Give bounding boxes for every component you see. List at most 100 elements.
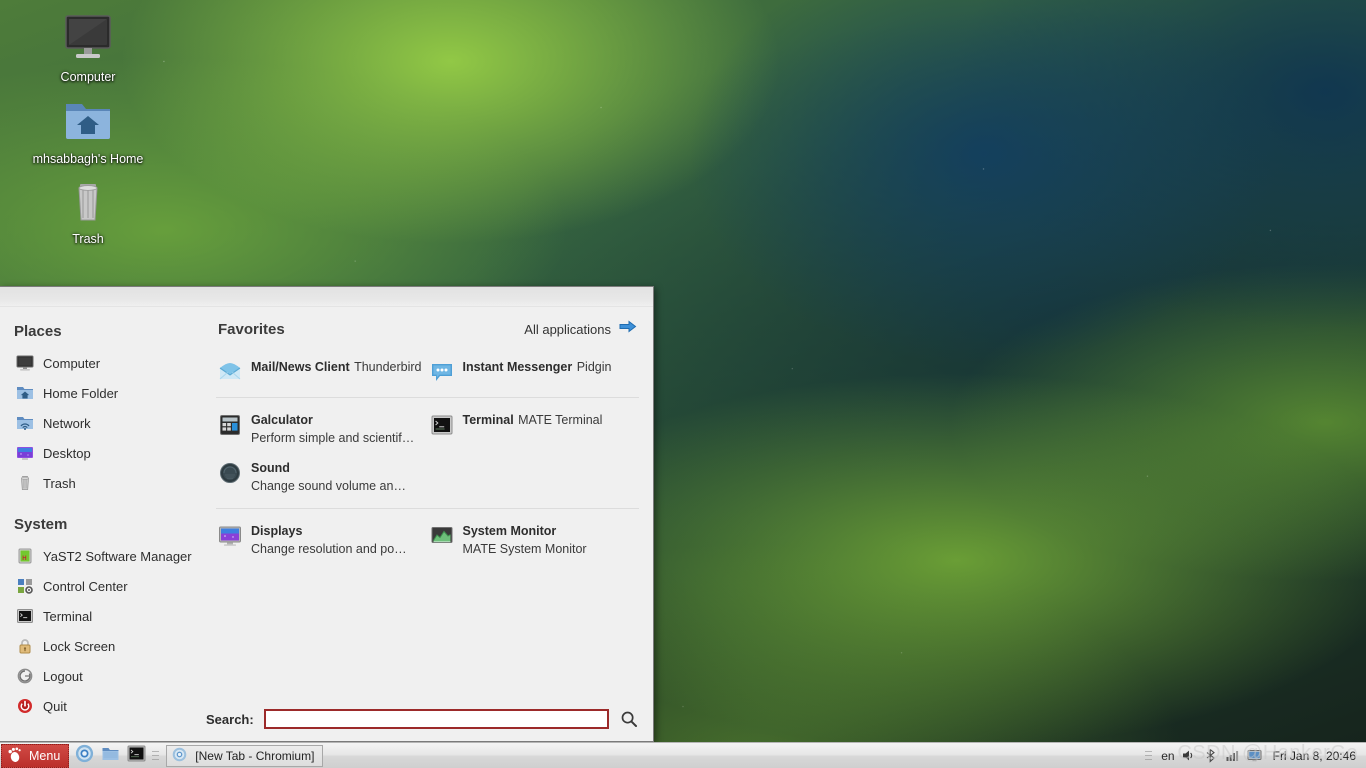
yast-icon: H: [16, 547, 34, 565]
favorite-description: Change resolution and po…: [251, 542, 407, 556]
control-center-icon: [16, 577, 34, 595]
sidebar-item-terminal[interactable]: Terminal: [0, 601, 202, 631]
favorite-system-monitor[interactable]: System Monitor MATE System Monitor: [428, 517, 640, 565]
desktop-icon-computer[interactable]: Computer: [28, 14, 148, 84]
calculator-icon: [218, 413, 242, 437]
network-signal-icon[interactable]: [1225, 748, 1241, 764]
network-icon: [16, 414, 34, 432]
favorite-displays[interactable]: Displays Change resolution and po…: [216, 517, 428, 565]
sidebar-item-label: Trash: [43, 475, 76, 491]
display-icon[interactable]: [1247, 748, 1263, 764]
desktop-icon-label: Computer: [60, 70, 116, 84]
computer-icon: [16, 354, 34, 372]
sidebar-item-label: Terminal: [43, 608, 93, 624]
search-input[interactable]: [263, 709, 609, 729]
search-icon[interactable]: [619, 710, 639, 728]
mate-footprint-icon: [6, 746, 23, 766]
desktop-icon-label: Trash: [72, 232, 104, 246]
favorite-name: Terminal: [462, 413, 514, 427]
favorite-name: System Monitor: [462, 524, 557, 538]
arrow-right-icon: [619, 320, 637, 339]
favorite-instant-messenger[interactable]: Instant Messenger Pidgin: [428, 353, 640, 391]
power-icon: [16, 697, 34, 715]
menu-body: Places Computer Home Folder Network Desk…: [0, 307, 653, 714]
clock[interactable]: Fri Jan 8, 20:46: [1269, 749, 1360, 763]
sidebar-item-label: Logout: [43, 668, 83, 684]
trash-icon: [28, 176, 148, 228]
terminal-launcher[interactable]: [124, 744, 148, 768]
favorite-name: Instant Messenger: [462, 360, 573, 374]
terminal-icon: [127, 744, 146, 768]
favorites-header: Favorites All applications: [216, 317, 639, 351]
window-list: [New Tab - Chromium]: [162, 744, 1142, 767]
favorite-sound[interactable]: Sound Change sound volume an…: [216, 454, 428, 502]
favorites-group: Mail/News Client Thunderbird Instant Mes…: [216, 351, 639, 397]
trash-icon: [16, 474, 34, 492]
folder-icon: [101, 744, 120, 768]
sound-icon: [218, 461, 242, 485]
logout-icon: [16, 667, 34, 685]
system-heading: System: [14, 516, 68, 533]
file-manager-launcher[interactable]: [98, 744, 122, 768]
all-applications-button[interactable]: All applications: [524, 320, 637, 339]
favorite-description: Thunderbird: [354, 360, 422, 374]
mate-menu-panel[interactable]: Places Computer Home Folder Network Desk…: [0, 286, 654, 742]
favorite-terminal[interactable]: Terminal MATE Terminal: [428, 406, 640, 454]
taskbar[interactable]: Menu [New Tab - Chromium] en Fri Jan 8, …: [0, 742, 1366, 768]
menu-button-label: Menu: [29, 748, 61, 763]
sidebar-item-label: Lock Screen: [43, 638, 116, 654]
sidebar-item-trash[interactable]: Trash: [0, 468, 202, 498]
sidebar-item-lock-screen[interactable]: Lock Screen: [0, 631, 202, 661]
task-button-chromium[interactable]: [New Tab - Chromium]: [166, 744, 324, 767]
sidebar-item-computer[interactable]: Computer: [0, 348, 202, 378]
menu-topbar: [0, 287, 653, 307]
sidebar-item-label: Network: [43, 415, 91, 431]
favorites-heading: Favorites: [218, 321, 285, 338]
desktop-icon-trash[interactable]: Trash: [28, 176, 148, 246]
sidebar-item-network[interactable]: Network: [0, 408, 202, 438]
chromium-icon: [172, 747, 187, 765]
menu-button[interactable]: Menu: [1, 743, 70, 768]
favorite-name: Galculator: [251, 413, 313, 427]
home-folder-icon: [28, 96, 148, 148]
favorite-description: MATE Terminal: [518, 413, 603, 427]
svg-text:H: H: [22, 556, 26, 562]
favorites-spacer: [216, 571, 639, 709]
system-monitor-icon: [430, 524, 454, 548]
favorites-group: Galculator Perform simple and scientif…: [216, 397, 639, 508]
task-button-label: [New Tab - Chromium]: [195, 748, 315, 763]
favorite-mail-news-client[interactable]: Mail/News Client Thunderbird: [216, 353, 428, 391]
desktop-icon-home[interactable]: mhsabbagh's Home: [28, 96, 148, 166]
desktop[interactable]: Computer mhsabbagh's Home Trash Places C…: [0, 0, 1366, 768]
favorite-name: Displays: [251, 524, 303, 538]
favorite-description: MATE System Monitor: [462, 542, 587, 556]
sidebar-item-label: Desktop: [43, 445, 91, 461]
search-label: Search:: [206, 711, 254, 727]
menu-favorites-pane: Favorites All applications Mail/News Cli…: [202, 307, 653, 709]
terminal-icon: [16, 607, 34, 625]
volume-icon[interactable]: [1181, 748, 1197, 764]
chromium-launcher[interactable]: [72, 744, 96, 768]
desktop-icon-label: mhsabbagh's Home: [32, 152, 144, 166]
lock-icon: [16, 637, 34, 655]
places-heading: Places: [14, 323, 62, 340]
sidebar-item-yast2-software-manager[interactable]: H YaST2 Software Manager: [0, 541, 202, 571]
system-tray[interactable]: en Fri Jan 8, 20:46: [1142, 747, 1366, 765]
displays-icon: [218, 524, 242, 548]
terminal-icon: [430, 413, 454, 437]
all-applications-label: All applications: [524, 322, 611, 337]
favorite-galculator[interactable]: Galculator Perform simple and scientif…: [216, 406, 428, 454]
sidebar-item-home-folder[interactable]: Home Folder: [0, 378, 202, 408]
sidebar-item-control-center[interactable]: Control Center: [0, 571, 202, 601]
desktop-icon: [16, 444, 34, 462]
search-row: Search:: [0, 709, 653, 741]
home-folder-icon: [16, 384, 34, 402]
chat-icon: [430, 360, 454, 384]
bluetooth-icon[interactable]: [1203, 748, 1219, 764]
sidebar-item-desktop[interactable]: Desktop: [0, 438, 202, 468]
sidebar-item-logout[interactable]: Logout: [0, 661, 202, 691]
keyboard-layout-indicator[interactable]: en: [1161, 749, 1174, 763]
chromium-icon: [75, 744, 94, 768]
sidebar-item-label: Control Center: [43, 578, 128, 594]
